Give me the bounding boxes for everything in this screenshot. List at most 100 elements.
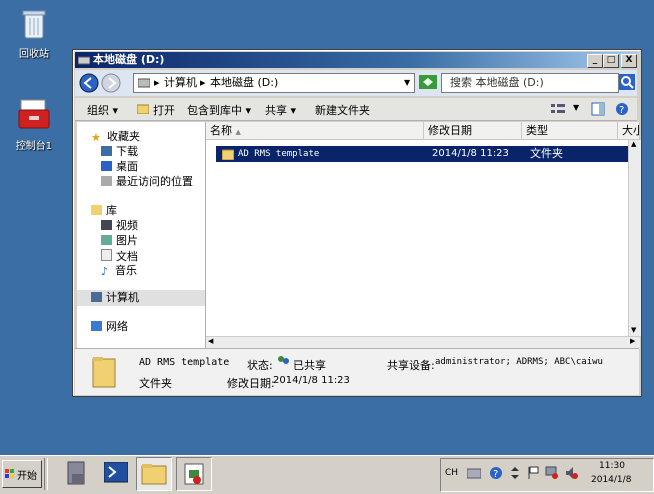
include-library-button[interactable]: 包含到库中 ▾ (187, 102, 251, 118)
nav-library-label: 库 (106, 204, 117, 217)
tray-options-icon[interactable] (509, 465, 521, 481)
refresh-icon[interactable] (419, 75, 437, 89)
column-size-label: 大小 (622, 124, 639, 137)
app-window-icon (184, 463, 204, 485)
start-label: 开始 (17, 471, 37, 482)
minimize-button[interactable]: _ (587, 54, 603, 68)
nav-music-label: 音乐 (115, 264, 137, 277)
search-icon[interactable] (619, 74, 635, 90)
open-button[interactable]: 打开 (153, 102, 175, 118)
search-placeholder: 搜索 本地磁盘 (D:) (450, 76, 544, 89)
share-button[interactable]: 共享 ▾ (265, 102, 296, 118)
details-shared-value: administrator; ADRMS; ABC\caiwu (435, 357, 603, 367)
app-taskbar-button[interactable] (176, 457, 212, 491)
open-folder-icon (137, 104, 149, 114)
window-titlebar[interactable]: 本地磁盘 (D:) _ □ X (75, 52, 637, 68)
organize-button[interactable]: 组织 ▾ (87, 102, 118, 118)
explorer-folder-icon (141, 464, 167, 485)
details-shared-label: 共享设备: (387, 359, 435, 372)
volume-icon[interactable] (565, 466, 579, 480)
explorer-window: 本地磁盘 (D:) _ □ X ▸ 计算机 ▸ 本地磁盘 (D:) ▼ 搜索 本… (72, 49, 642, 397)
svg-text:?: ? (619, 105, 624, 116)
flag-icon[interactable] (527, 466, 539, 480)
view-dropdown-icon[interactable]: ▼ (573, 103, 579, 112)
nav-documents-label: 文档 (116, 250, 138, 263)
pictures-icon (101, 235, 112, 245)
preview-pane-icon[interactable] (591, 102, 605, 116)
close-button[interactable]: X (621, 54, 637, 68)
music-icon: ♪ (101, 265, 109, 278)
nav-library[interactable]: 库 (91, 204, 117, 218)
network-icon (91, 321, 102, 331)
address-segment-drive[interactable]: 本地磁盘 (D:) (210, 74, 278, 92)
nav-pictures[interactable]: 图片 (101, 234, 138, 248)
scroll-left-icon[interactable]: ◀ (208, 337, 213, 345)
windows-logo-icon (5, 469, 14, 478)
file-date: 2014/1/8 11:23 (432, 148, 509, 159)
command-bar: 组织 ▾ 打开 包含到库中 ▾ 共享 ▾ 新建文件夹 ▼ ? (75, 98, 637, 121)
nav-recent-label: 最近访问的位置 (116, 175, 193, 188)
column-size[interactable]: 大小 (618, 122, 640, 140)
column-date[interactable]: 修改日期 (424, 122, 522, 140)
star-icon: ★ (91, 131, 101, 144)
details-status-label: 状态: (247, 359, 273, 372)
table-row[interactable]: AD RMS template 2014/1/8 11:23 文件夹 (216, 146, 640, 162)
taskbar-divider (44, 458, 48, 490)
clock-time[interactable]: 11:30 (599, 461, 625, 471)
nav-downloads[interactable]: 下载 (101, 145, 138, 159)
nav-computer[interactable]: 计算机 (91, 291, 139, 305)
explorer-taskbar-button[interactable] (136, 457, 172, 491)
server-manager-icon[interactable] (64, 460, 90, 488)
nav-music[interactable]: ♪ 音乐 (101, 264, 137, 278)
address-bar[interactable]: ▸ 计算机 ▸ 本地磁盘 (D:) ▼ (133, 73, 415, 93)
back-icon[interactable] (79, 73, 99, 93)
address-row: ▸ 计算机 ▸ 本地磁盘 (D:) ▼ 搜索 本地磁盘 (D:) (75, 70, 637, 96)
nav-documents[interactable]: 文档 (101, 249, 138, 263)
maximize-button[interactable]: □ (603, 54, 619, 68)
clock-date[interactable]: 2014/1/8 (591, 475, 631, 485)
nav-network[interactable]: 网络 (91, 320, 128, 334)
scroll-down-icon[interactable]: ▼ (631, 326, 636, 334)
column-type[interactable]: 类型 (522, 122, 618, 140)
recycle-bin-label: 回收站 (19, 49, 49, 60)
view-options-icon[interactable] (551, 103, 565, 115)
start-button[interactable]: 开始 (2, 460, 42, 488)
drive-icon (78, 56, 90, 65)
system-tray: CH ? 11:30 2014/1/8 (440, 458, 654, 492)
nav-recent[interactable]: 最近访问的位置 (101, 175, 193, 189)
forward-icon[interactable] (101, 73, 121, 93)
file-list: 名称 ▲ 修改日期 类型 大小 AD RMS template 2014/1/8… (206, 122, 641, 349)
scroll-right-icon[interactable]: ▶ (630, 337, 635, 345)
recent-places-icon (101, 176, 112, 186)
desktop-icon-recycle-bin[interactable]: 回收站 (4, 6, 64, 60)
desktop-icon (101, 161, 112, 171)
documents-icon (101, 249, 112, 261)
file-name: AD RMS template (238, 149, 320, 159)
address-sep-2: ▸ (200, 76, 206, 89)
nav-favorites[interactable]: ★ 收藏夹 (91, 130, 140, 144)
keyboard-icon[interactable] (467, 467, 481, 479)
address-dropdown-icon[interactable]: ▼ (404, 74, 410, 92)
shared-users-icon (278, 356, 289, 364)
downloads-icon (101, 146, 112, 156)
help-icon[interactable]: ? (615, 102, 629, 116)
language-indicator[interactable]: CH (445, 468, 458, 478)
toolbox-icon (18, 99, 50, 129)
nav-pictures-label: 图片 (116, 234, 138, 247)
vertical-scrollbar[interactable]: ▲ ▼ (628, 140, 641, 336)
nav-computer-selected[interactable]: 计算机 (77, 290, 205, 306)
nav-desktop[interactable]: 桌面 (101, 160, 138, 174)
desktop-icon-console1[interactable]: 控制台1 (4, 96, 64, 152)
details-status-value: 已共享 (293, 359, 326, 372)
powershell-icon[interactable] (104, 462, 128, 484)
svg-text:?: ? (493, 469, 498, 480)
scroll-up-icon[interactable]: ▲ (631, 140, 636, 148)
nav-videos[interactable]: 视频 (101, 219, 138, 233)
network-tray-icon[interactable] (545, 466, 559, 480)
column-name[interactable]: 名称 ▲ (206, 122, 424, 140)
help-tray-icon[interactable]: ? (489, 466, 503, 480)
search-input[interactable]: 搜索 本地磁盘 (D:) (441, 73, 619, 93)
address-segment-computer[interactable]: 计算机 (164, 74, 197, 92)
folder-icon (222, 149, 234, 160)
new-folder-button[interactable]: 新建文件夹 (315, 102, 370, 118)
